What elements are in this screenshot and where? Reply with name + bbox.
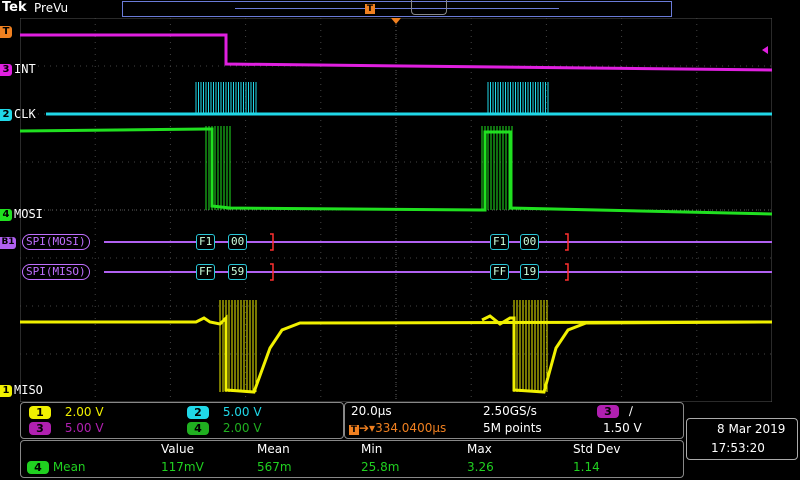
bus1-packet2-cmd[interactable]: F1	[490, 234, 510, 250]
ch2-scale-value: 5.00 V	[222, 405, 262, 419]
vertical-scale-panel[interactable]: 1 2.00 V 2 5.00 V 3 5.00 V 4 2.00 V	[20, 402, 344, 439]
bus1-name[interactable]: SPI(MOSI)	[22, 234, 90, 250]
ch1-label[interactable]: 1 MISO	[0, 383, 43, 397]
horizontal-scale: 20.0µs	[351, 404, 392, 418]
bus1-packet1-cmd[interactable]: F1	[196, 234, 216, 250]
bus1-packet2-data[interactable]: 00	[520, 234, 540, 250]
acquisition-mode: PreVu	[34, 1, 69, 15]
record-window-bracket[interactable]	[411, 0, 447, 15]
ch3-scale-value: 5.00 V	[64, 421, 104, 435]
trigger-source: 3 ∕	[597, 404, 633, 418]
date: 8 Mar 2019	[717, 422, 786, 436]
bus2-packet1-cmd[interactable]: FF	[196, 264, 216, 280]
meas-mean: 567m	[257, 460, 292, 474]
ch3-scale[interactable]: 3 5.00 V	[29, 421, 104, 435]
waveform-graticule	[20, 18, 772, 402]
ch3-label-text: INT	[14, 62, 36, 76]
measurement-panel[interactable]: Value Mean Min Max Std Dev 4 Mean 117mV …	[20, 440, 684, 478]
ch2-label-text: CLK	[14, 107, 36, 121]
bus2-packet2-cmd[interactable]: FF	[490, 264, 510, 280]
meas-header-value: Value	[161, 442, 194, 456]
ch1-label-text: MISO	[14, 383, 43, 397]
record-view-bar[interactable]: T	[122, 0, 672, 17]
datetime-panel: 8 Mar 2019 17:53:20	[686, 418, 798, 460]
ch4-label-text: MOSI	[14, 207, 43, 221]
timebase-panel[interactable]: 20.0µs 2.50GS/s 3 ∕ T ➔▾334.0400µs 5M poi…	[344, 402, 684, 439]
trigger-level: 1.50 V	[603, 421, 642, 435]
sample-rate: 2.50GS/s	[483, 404, 537, 418]
ch3-trigger-tag: T	[0, 24, 14, 38]
trigger-position-icon: T	[349, 425, 359, 435]
trigger-position-marker: T	[365, 4, 375, 14]
ch4-label[interactable]: 4 MOSI	[0, 207, 43, 221]
bus1-packet1-data[interactable]: 00	[228, 234, 248, 250]
meas-header-min: Min	[361, 442, 383, 456]
ch2-label[interactable]: 2 CLK	[0, 107, 36, 121]
meas-name[interactable]: 4 Mean	[27, 460, 86, 474]
bus1-number[interactable]: B1	[0, 235, 18, 249]
ch1-scale-value: 2.00 V	[64, 405, 104, 419]
ch4-scale-value: 2.00 V	[222, 421, 262, 435]
bus2-packet2-data[interactable]: 19	[520, 264, 540, 280]
bus2-packet1-data[interactable]: 59	[228, 264, 248, 280]
record-window-line	[235, 8, 559, 9]
time: 17:53:20	[711, 441, 765, 455]
meas-value: 117mV	[161, 460, 204, 474]
brand-logo: Tek	[2, 0, 27, 15]
ch4-scale[interactable]: 4 2.00 V	[187, 421, 262, 435]
meas-header-max: Max	[467, 442, 492, 456]
meas-min: 25.8m	[361, 460, 400, 474]
meas-stddev: 1.14	[573, 460, 600, 474]
ch1-scale[interactable]: 1 2.00 V	[29, 405, 104, 419]
record-length: 5M points	[483, 421, 542, 435]
trigger-position: T ➔▾334.0400µs	[349, 421, 447, 435]
meas-max: 3.26	[467, 460, 494, 474]
top-bar: Tek PreVu T	[0, 0, 800, 18]
trigger-slope-icon: ∕	[628, 404, 633, 418]
bus2-name[interactable]: SPI(MISO)	[22, 264, 90, 280]
ch3-label[interactable]: 3 INT	[0, 62, 36, 76]
ch2-scale[interactable]: 2 5.00 V	[187, 405, 262, 419]
meas-header-mean: Mean	[257, 442, 290, 456]
meas-header-stddev: Std Dev	[573, 442, 621, 456]
